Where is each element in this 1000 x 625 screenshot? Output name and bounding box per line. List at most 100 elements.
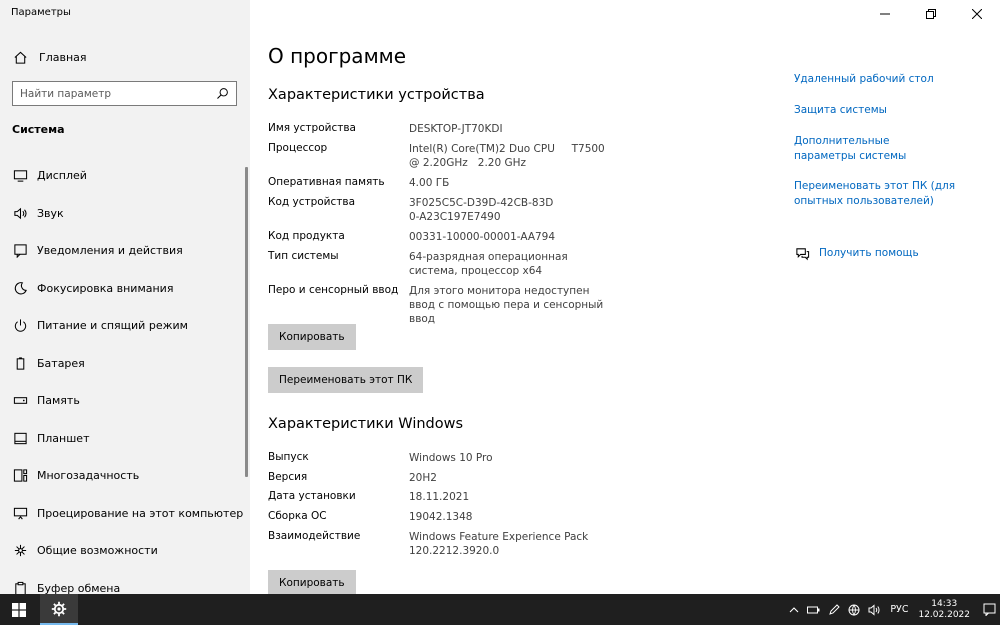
sidebar: Параметры Главная Система Дисплей Звук У… [0, 0, 250, 594]
sidebar-item-projecting[interactable]: Проецирование на этот компьютер [0, 495, 250, 533]
sidebar-item-power[interactable]: Питание и спящий режим [0, 307, 250, 345]
shared-experiences-icon [12, 543, 28, 559]
link-remote-desktop[interactable]: Удаленный рабочий стол [794, 72, 964, 87]
get-help-link[interactable]: Получить помощь [794, 245, 919, 261]
storage-icon [12, 393, 28, 409]
sidebar-item-battery[interactable]: Батарея [0, 345, 250, 383]
pen-workspace-icon[interactable] [824, 594, 844, 625]
spec-value: Windows Feature Experience Pack 120.2212… [409, 531, 589, 557]
spec-value: Для этого монитора недоступен ввод с пом… [409, 285, 604, 325]
battery-icon [12, 355, 28, 371]
taskbar-settings-app[interactable] [40, 594, 78, 625]
sidebar-item-multitasking[interactable]: Многозадачность [0, 457, 250, 495]
spec-row-edition: Выпуск Windows 10 Pro [268, 451, 614, 465]
chevron-up-icon [789, 606, 799, 612]
restore-icon [926, 9, 936, 19]
restore-button[interactable] [908, 0, 954, 28]
spec-row-system-type: Тип системы 64-разрядная операционная си… [268, 250, 614, 278]
home-label: Главная [39, 50, 87, 64]
sidebar-item-label: Память [37, 394, 80, 408]
sidebar-item-notifications[interactable]: Уведомления и действия [0, 232, 250, 270]
link-advanced-system-settings[interactable]: Дополнительные параметры системы [794, 134, 954, 164]
link-rename-pc-advanced[interactable]: Переименовать этот ПК (для опытных польз… [794, 179, 964, 209]
display-icon [12, 168, 28, 184]
spec-row-product-id: Код продукта 00331-10000-00001-AA794 [268, 230, 614, 244]
spec-row-os-build: Сборка ОС 19042.1348 [268, 510, 614, 524]
spec-key: Код устройства [268, 196, 356, 208]
sidebar-item-sound[interactable]: Звук [0, 195, 250, 233]
spec-key: Взаимодействие [268, 530, 361, 542]
minimize-button[interactable] [862, 0, 908, 28]
close-button[interactable] [954, 0, 1000, 28]
sound-icon [12, 205, 28, 221]
sidebar-item-tablet[interactable]: Планшет [0, 420, 250, 458]
spec-value: 18.11.2021 [409, 491, 470, 503]
spec-key: Имя устройства [268, 122, 356, 134]
spec-value: DESKTOP-JT70KDI [409, 123, 503, 135]
sidebar-item-label: Общие возможности [37, 544, 158, 558]
focus-assist-icon [12, 280, 28, 296]
volume-icon[interactable] [864, 594, 884, 625]
spec-row-pen-touch: Перо и сенсорный ввод Для этого монитора… [268, 284, 614, 326]
spec-value: 20H2 [409, 472, 437, 484]
spec-key: Сборка ОС [268, 510, 327, 522]
sidebar-item-label: Проецирование на этот компьютер [37, 506, 244, 520]
windows-specs-heading: Характеристики Windows [268, 416, 464, 432]
copy-device-specs-button[interactable]: Копировать [268, 324, 356, 350]
sidebar-item-focus-assist[interactable]: Фокусировка внимания [0, 270, 250, 308]
spec-row-experience: Взаимодействие Windows Feature Experienc… [268, 530, 589, 558]
sidebar-item-clipboard[interactable]: Буфер обмена [0, 570, 250, 594]
taskbar-clock[interactable]: 14:33 12.02.2022 [918, 599, 970, 621]
spec-key: Процессор [268, 142, 328, 154]
spec-key: Оперативная память [268, 176, 385, 188]
home-nav-button[interactable]: Главная [12, 49, 87, 65]
spec-key: Код продукта [268, 230, 345, 242]
action-center-button[interactable] [978, 594, 1000, 625]
network-icon[interactable] [844, 594, 864, 625]
section-label-system: Система [12, 123, 65, 136]
spec-value: Intel(R) Core(TM)2 Duo CPU T7500 @ 2.20G… [409, 143, 612, 169]
spec-row-device-id: Код устройства 3F025C5C-D39D-42CB-83D0-A… [268, 196, 559, 224]
home-icon [12, 49, 28, 65]
taskbar: РУС 14:33 12.02.2022 [0, 594, 1000, 625]
search-input[interactable] [20, 87, 215, 100]
system-tray: РУС 14:33 12.02.2022 [784, 594, 1000, 625]
sidebar-item-shared-experiences[interactable]: Общие возможности [0, 532, 250, 570]
search-box[interactable] [12, 81, 237, 106]
clock-time: 14:33 [931, 598, 958, 609]
sidebar-item-label: Батарея [37, 356, 85, 370]
app-title: Параметры [11, 7, 71, 18]
spec-row-install-date: Дата установки 18.11.2021 [268, 490, 614, 504]
sidebar-item-label: Буфер обмена [37, 581, 121, 594]
sidebar-item-storage[interactable]: Память [0, 382, 250, 420]
copy-windows-specs-button[interactable]: Копировать [268, 570, 356, 594]
sidebar-item-display[interactable]: Дисплей [0, 157, 250, 195]
spec-row-ram: Оперативная память 4.00 ГБ [268, 176, 614, 190]
notification-icon [983, 603, 995, 616]
sidebar-scrollbar[interactable] [245, 167, 248, 477]
spec-key: Выпуск [268, 451, 309, 463]
sidebar-item-label: Многозадачность [37, 469, 140, 483]
tablet-icon [12, 430, 28, 446]
spec-value: 4.00 ГБ [409, 177, 450, 189]
sidebar-item-label: Питание и спящий режим [37, 319, 188, 333]
minimize-icon [880, 13, 890, 15]
spec-value: 19042.1348 [409, 511, 473, 523]
spec-key: Тип системы [268, 250, 339, 262]
search-icon[interactable] [215, 87, 229, 101]
start-button[interactable] [0, 594, 38, 625]
show-hidden-icons-button[interactable] [784, 594, 804, 625]
spec-key: Дата установки [268, 490, 356, 502]
spec-row-version: Версия 20H2 [268, 471, 614, 485]
spec-key: Версия [268, 471, 308, 483]
power-icon [12, 318, 28, 334]
sidebar-item-label: Дисплей [37, 169, 87, 183]
link-system-protection[interactable]: Защита системы [794, 103, 964, 118]
window-controls [862, 0, 1000, 28]
battery-tray-icon[interactable] [804, 594, 824, 625]
main-content: О программе Характеристики устройства Им… [250, 0, 1000, 594]
spec-value: 64-разрядная операционная система, проце… [409, 251, 568, 277]
language-indicator[interactable]: РУС [890, 604, 908, 615]
rename-pc-button[interactable]: Переименовать этот ПК [268, 367, 424, 393]
sidebar-item-label: Фокусировка внимания [37, 281, 174, 295]
